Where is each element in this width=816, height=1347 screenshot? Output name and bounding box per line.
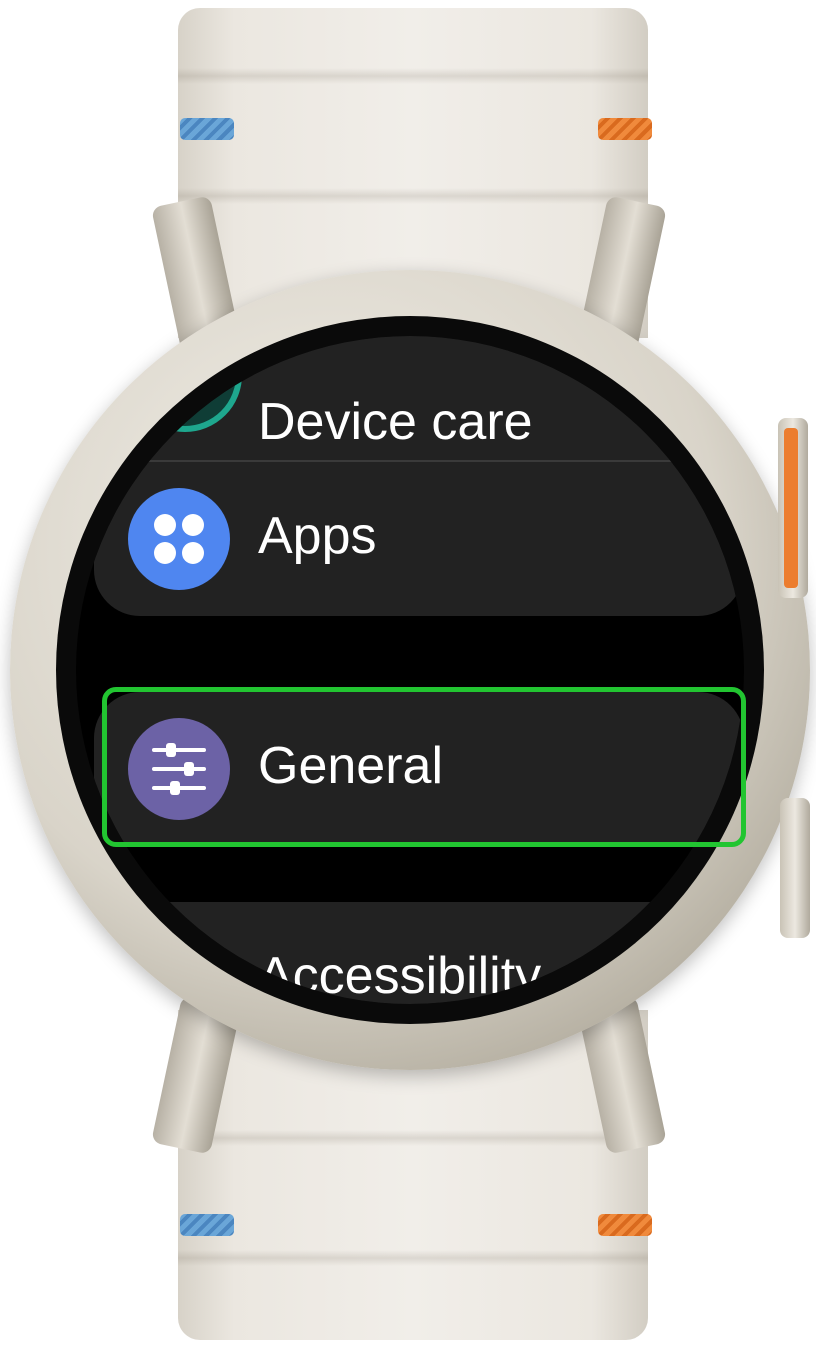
- watch-screen: Device care Apps General Accessibility: [76, 336, 744, 1004]
- settings-item-label: Apps: [258, 507, 377, 565]
- back-button[interactable]: [780, 798, 810, 938]
- sliders-icon: [128, 718, 230, 820]
- settings-item-device-care[interactable]: Device care: [94, 336, 744, 464]
- settings-item-general[interactable]: General: [94, 692, 744, 846]
- watch-render: Device care Apps General Accessibility: [0, 0, 816, 1347]
- home-button[interactable]: [778, 418, 808, 598]
- settings-item-label: General: [258, 737, 443, 795]
- orange-stitch: [598, 1214, 652, 1236]
- strap-ridge: [178, 1130, 648, 1146]
- settings-item-label: Device care: [258, 393, 533, 451]
- device-care-icon: [128, 336, 242, 432]
- apps-icon: [128, 488, 230, 590]
- settings-item-accessibility[interactable]: Accessibility: [94, 902, 744, 1004]
- settings-item-label: Accessibility: [258, 947, 542, 1004]
- accessibility-icon: [128, 928, 230, 1004]
- blue-stitch: [180, 118, 234, 140]
- strap-ridge: [178, 1250, 648, 1266]
- strap-ridge: [178, 188, 648, 204]
- blue-stitch: [180, 1214, 234, 1236]
- strap-ridge: [178, 68, 648, 84]
- orange-stitch: [598, 118, 652, 140]
- settings-item-apps[interactable]: Apps: [94, 462, 744, 616]
